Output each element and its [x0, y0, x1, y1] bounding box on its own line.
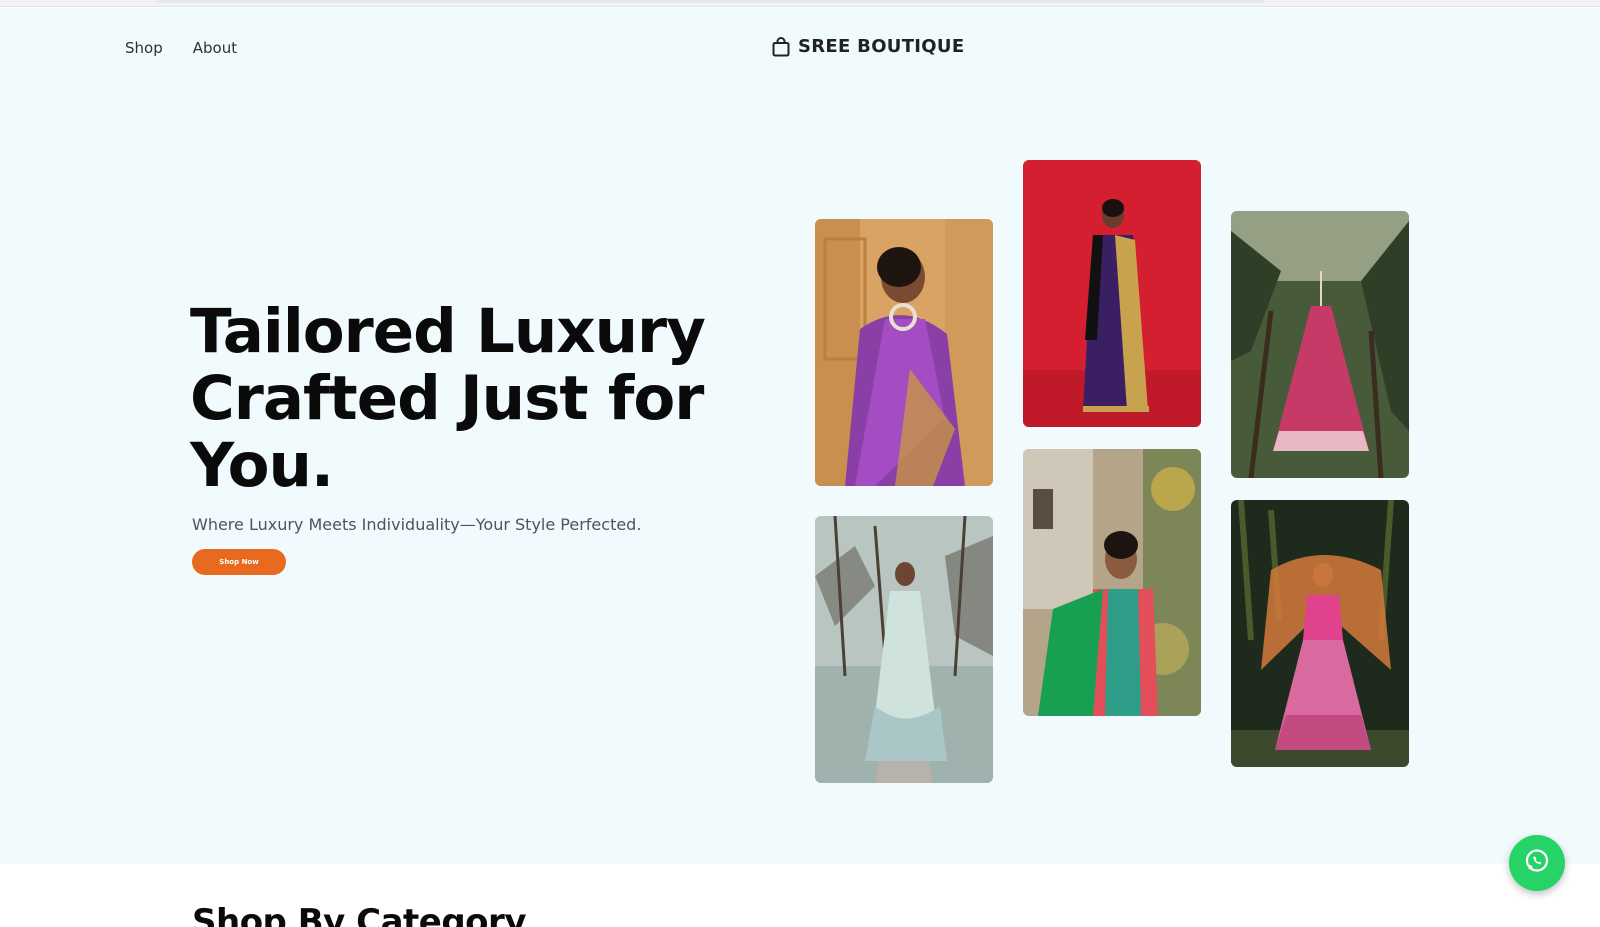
hero-section: Shop About SREE BOUTIQUE Tailored Luxury… — [0, 8, 1600, 864]
red-backdrop-saree-photo[interactable] — [1023, 160, 1201, 427]
shop-by-category-title: Shop By Category — [192, 902, 526, 927]
browser-top-strip — [0, 0, 1600, 7]
nav-about-link[interactable]: About — [193, 39, 237, 57]
whatsapp-chat-button[interactable] — [1509, 835, 1565, 891]
hero-headline: Tailored Luxury Crafted Just for You. — [190, 296, 706, 501]
pink-lehenga-hanging-photo[interactable] — [1231, 211, 1409, 478]
whatsapp-icon — [1523, 847, 1551, 879]
nav-shop-link[interactable]: Shop — [125, 39, 163, 57]
brand-logo[interactable]: SREE BOUTIQUE — [772, 36, 964, 57]
purple-silk-saree-photo[interactable] — [815, 219, 993, 486]
mint-gown-street-photo[interactable] — [815, 516, 993, 783]
main-nav: Shop About — [125, 39, 237, 57]
green-dupatta-kurta-photo[interactable] — [1023, 449, 1201, 716]
brand-name: SREE BOUTIQUE — [798, 36, 965, 57]
pink-bridal-lehenga-photo[interactable] — [1231, 500, 1409, 767]
hero-subtitle: Where Luxury Meets Individuality—Your St… — [192, 515, 642, 534]
shopping-bag-icon — [772, 36, 790, 57]
shop-now-button[interactable]: Shop Now — [192, 549, 286, 575]
